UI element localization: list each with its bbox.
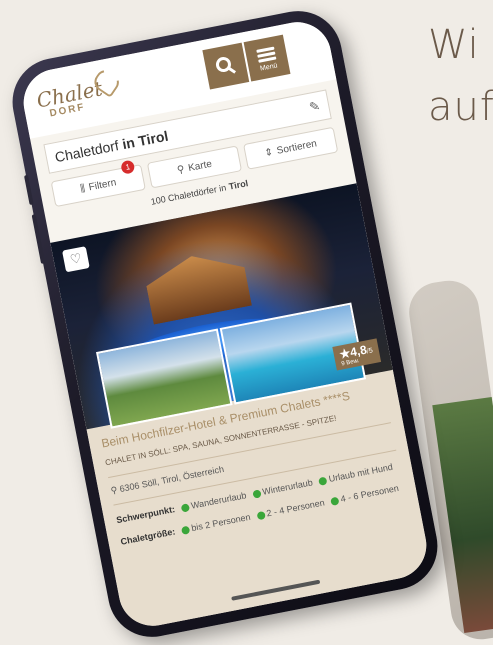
phone-button	[23, 174, 34, 206]
search-icon	[215, 57, 237, 74]
check-icon	[180, 502, 191, 513]
focus-item: Urlaub mit Hund	[327, 461, 394, 484]
edit-icon[interactable]: ✎	[308, 98, 322, 116]
rating-scale: /5	[366, 347, 374, 356]
size-label: Chaletgröße:	[119, 526, 177, 547]
sort-icon: ⇕	[263, 146, 274, 159]
filter-count-badge: 1	[120, 159, 136, 175]
search-prefix: Chaletdorf	[53, 137, 121, 166]
listing-card[interactable]: ♡ ★4,8/5 9 Bew. Beim Hochfilzer-Hotel & …	[50, 183, 433, 632]
focus-label: Schwerpunkt:	[115, 504, 176, 526]
backdrop-heading-line1: Wi	[428, 22, 480, 68]
sort-label: Sortieren	[275, 137, 318, 157]
hamburger-icon	[256, 44, 277, 64]
search-button[interactable]	[202, 42, 250, 90]
location-text: 6306 Söll, Tirol, Österreich	[118, 463, 225, 495]
results-count-location: Tirol	[228, 178, 249, 192]
sliders-icon: ⫼	[79, 182, 86, 195]
check-icon	[180, 525, 191, 535]
check-icon	[330, 496, 340, 506]
size-item: 2 - 4 Personen	[265, 497, 326, 519]
check-icon	[256, 510, 266, 521]
phone-button	[31, 214, 46, 264]
favorite-heart-icon[interactable]: ♡	[62, 246, 90, 273]
size-item: 4 - 6 Personen	[339, 482, 400, 505]
filter-label: Filtern	[87, 176, 118, 193]
check-icon	[252, 489, 262, 499]
backdrop-heading-line2: auf	[428, 84, 493, 130]
menu-button[interactable]: Menü	[243, 34, 291, 82]
map-pin-icon: ⚲	[176, 163, 186, 176]
phone-screen: Chalet DORF Menü Chaletdorf in Tirol ✎ ⫼…	[17, 16, 433, 632]
location-pin-icon: ⚲	[109, 484, 119, 496]
phone-mockup: Chalet DORF Menü Chaletdorf in Tirol ✎ ⫼…	[4, 3, 446, 645]
size-item: bis 2 Personen	[190, 511, 252, 534]
focus-item: Winterurlaub	[261, 477, 314, 497]
check-icon	[318, 476, 328, 486]
search-location: in Tirol	[120, 127, 170, 153]
focus-item: Wanderurlaub	[190, 490, 248, 511]
map-label: Karte	[187, 158, 213, 174]
chalet-image	[142, 247, 252, 325]
